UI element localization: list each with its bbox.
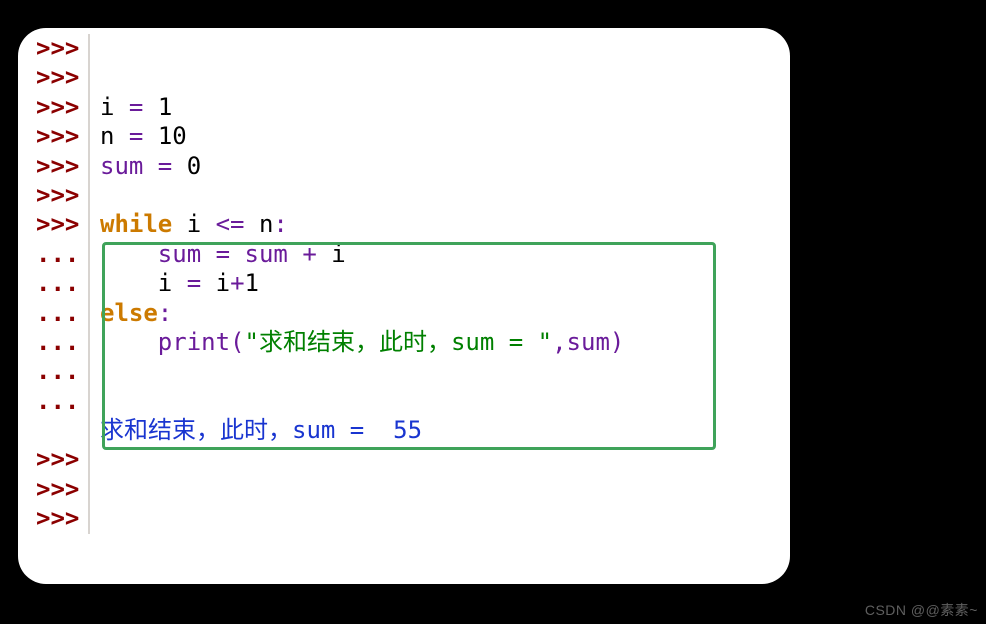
code-else: else: [90,299,790,328]
code-line: ... [18,387,790,416]
prompt: >>> [18,475,90,504]
prompt: >>> [18,445,90,474]
code-line: ... print("求和结束，此时，sum = ",sum) [18,328,790,357]
code-empty [90,475,790,504]
code-panel: >>> >>> >>> i = 1 >>> n = 10 >>> sum = 0… [18,28,790,584]
prompt: >>> [18,122,90,151]
prompt-continuation: ... [18,357,90,386]
code-while: while i <= n: [90,210,790,239]
code-line: >>> [18,504,790,533]
code-line: ... i = i+1 [18,269,790,298]
prompt-empty [18,416,90,445]
prompt: >>> [18,93,90,122]
code-empty [90,445,790,474]
code-empty [90,357,790,386]
prompt: >>> [18,181,90,210]
code-empty [90,63,790,92]
code-line: >>> sum = 0 [18,152,790,181]
code-line: >>> n = 10 [18,122,790,151]
code-line: >>> i = 1 [18,93,790,122]
prompt: >>> [18,63,90,92]
code-line: >>> while i <= n: [18,210,790,239]
code-assign-n: n = 10 [90,122,790,151]
code-line: >>> [18,181,790,210]
output-line: 求和结束，此时，sum = 55 [18,416,790,445]
watermark: CSDN @@素素~ [865,600,978,620]
code-line: ... sum = sum + i [18,240,790,269]
code-line: >>> [18,63,790,92]
code-line: ... [18,357,790,386]
code-print: print("求和结束，此时，sum = ",sum) [90,328,790,357]
prompt-continuation: ... [18,328,90,357]
code-empty [90,504,790,533]
code-line: >>> [18,34,790,63]
prompt-continuation: ... [18,387,90,416]
prompt: >>> [18,504,90,533]
prompt: >>> [18,34,90,63]
code-output: 求和结束，此时，sum = 55 [90,416,790,445]
code-i-incr: i = i+1 [90,269,790,298]
prompt-continuation: ... [18,299,90,328]
code-line: >>> [18,475,790,504]
code-sum-accum: sum = sum + i [90,240,790,269]
prompt: >>> [18,152,90,181]
prompt-continuation: ... [18,240,90,269]
code-empty [90,181,790,210]
prompt: >>> [18,210,90,239]
code-line: ... else: [18,299,790,328]
code-line: >>> [18,445,790,474]
prompt-continuation: ... [18,269,90,298]
code-assign-i: i = 1 [90,93,790,122]
code-empty [90,34,790,63]
code-empty [90,387,790,416]
code-assign-sum: sum = 0 [90,152,790,181]
